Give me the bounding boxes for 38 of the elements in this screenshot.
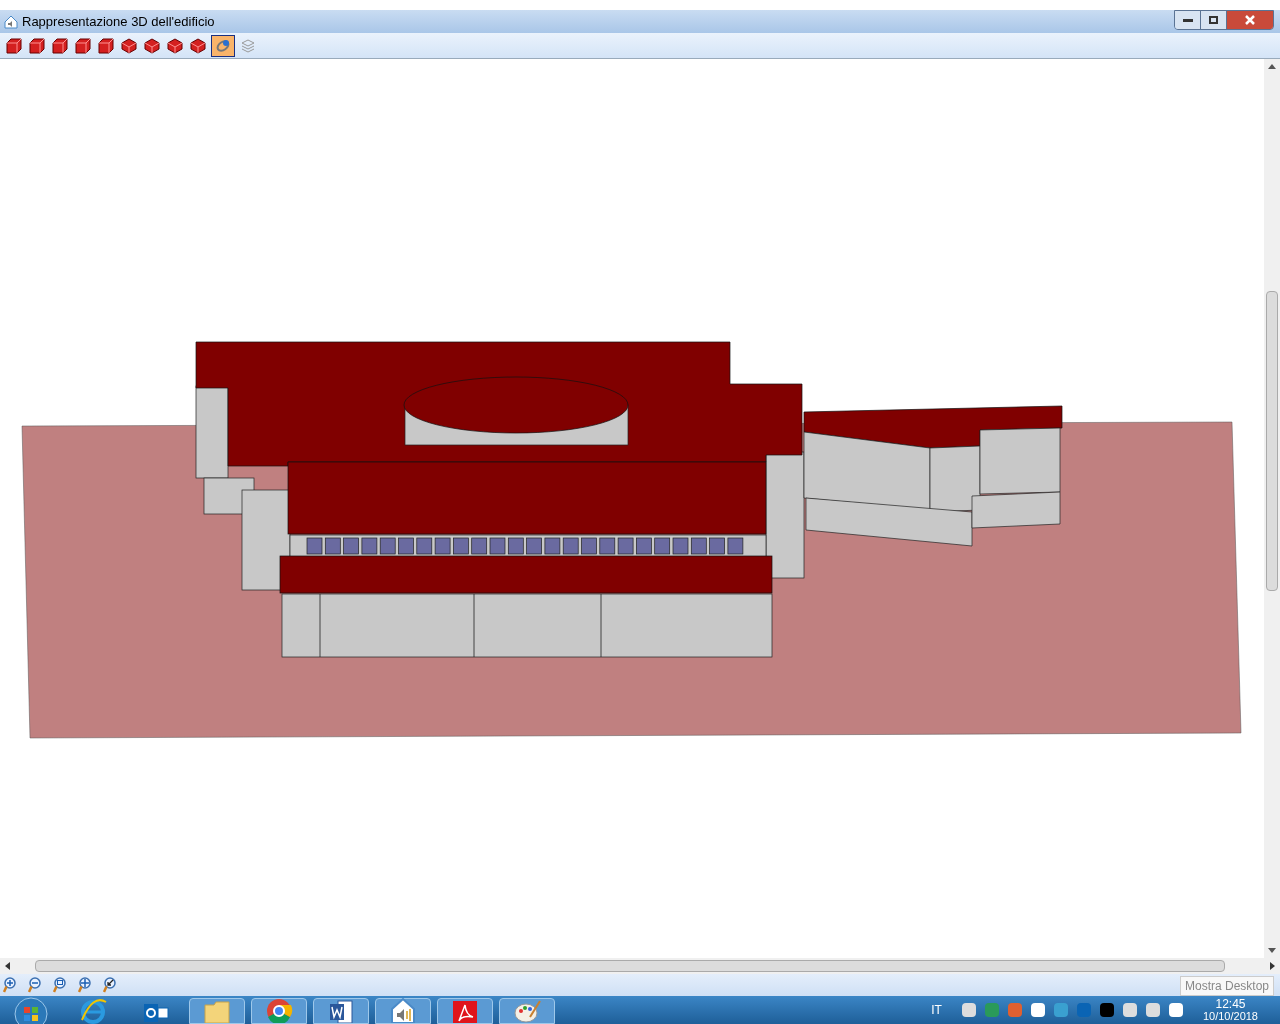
tray-icons-drawing[interactable] [961,1003,1183,1017]
scroll-down-icon[interactable] [1268,948,1276,953]
clock[interactable]: 12:45 10/10/2018 [1202,998,1258,1022]
cube-icon [121,37,137,54]
taskbar-button[interactable] [437,998,493,1024]
close-button[interactable] [1227,11,1273,29]
cube-icon [190,37,206,54]
language-indicator[interactable]: IT [931,1001,942,1019]
taskbar-button[interactable] [499,998,555,1024]
view-button[interactable] [211,34,235,57]
cube-icon [144,37,160,54]
taskbar-button[interactable] [313,998,369,1024]
scroll-up-icon[interactable] [1268,64,1276,69]
globe-e-icon[interactable] [78,996,108,1024]
cube-icon [167,37,183,54]
minimize-button[interactable] [1175,11,1201,29]
close-icon [1244,15,1256,25]
clock-time: 12:45 [1215,998,1246,1010]
cube-icon [29,37,45,54]
vertical-scrollbar[interactable] [1264,59,1280,958]
taskbar-button[interactable] [375,998,431,1024]
restore-button[interactable] [1201,11,1227,29]
cube-icon [98,37,114,54]
cube-icon [75,37,91,54]
tooltip: Mostra Desktop [1179,976,1274,996]
start-orb-icon[interactable] [13,996,49,1024]
taskbar-button[interactable] [251,998,307,1024]
layers-icon [240,37,256,54]
cube-icon [52,37,68,54]
scroll-left-icon[interactable] [5,962,10,970]
orbit-icon [215,37,231,54]
scroll-right-icon[interactable] [1270,962,1275,970]
horizontal-scrollbar[interactable] [0,958,1280,974]
speaker-house-icon [4,14,18,29]
window-title: Rappresentazione 3D dell'edificio [22,12,215,31]
clock-date: 10/10/2018 [1202,1010,1258,1022]
cube-icon [6,37,22,54]
speaker-house-icon[interactable] [388,995,418,1023]
